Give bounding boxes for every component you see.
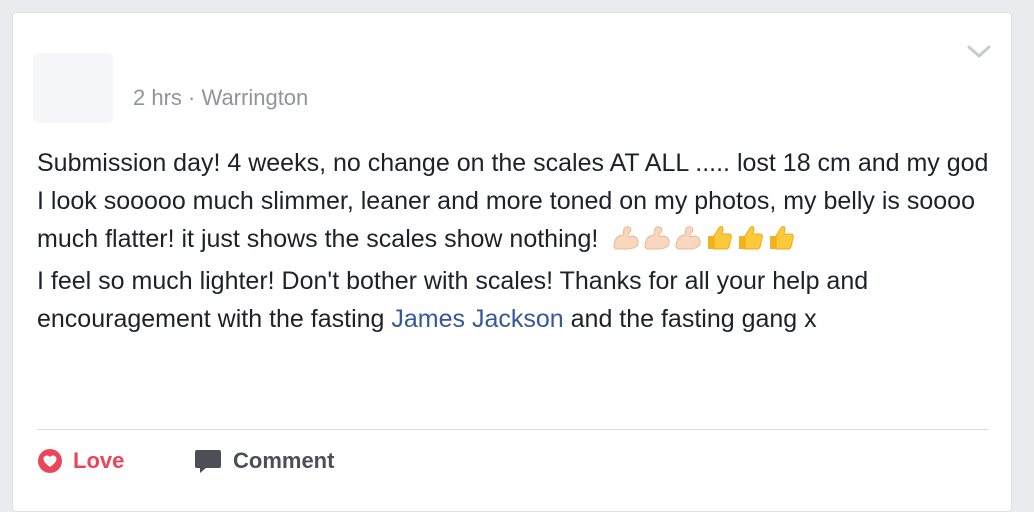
action-divider [37,429,989,430]
emoji-row [611,223,797,262]
comment-icon [193,447,223,475]
thumbs-up-icon [770,226,795,250]
thumbs-up-icon [708,226,733,250]
avatar[interactable] [33,53,113,123]
flexed-biceps-icon [675,226,701,250]
mention-link[interactable]: James Jackson [391,305,563,333]
love-button[interactable]: Love [37,444,124,478]
post-text-paragraph-1: Submission day! 4 weeks, no change on th… [37,144,997,262]
comment-button[interactable]: Comment [193,444,334,478]
comment-label: Comment [233,448,335,473]
flexed-biceps-icon [644,226,670,250]
post-card: 2 hrs · Warrington Submission day! 4 wee… [12,12,1012,512]
thumbs-up-icon [739,226,764,250]
post-time[interactable]: 2 hrs [133,85,182,110]
chevron-down-icon[interactable] [965,41,993,61]
post-location[interactable]: Warrington [202,85,309,110]
post-meta: 2 hrs · Warrington [133,85,308,111]
meta-separator: · [188,85,196,110]
post-text-part3: and the fasting gang x [563,305,817,333]
love-label: Love [73,448,125,473]
post-text-part1: Submission day! 4 weeks, no change on th… [37,149,989,253]
heart-icon [37,448,63,474]
post-text-paragraph-2: I feel so much lighter! Don't bother wit… [37,262,997,338]
flexed-biceps-icon [613,226,639,250]
post-body: Submission day! 4 weeks, no change on th… [37,144,997,338]
